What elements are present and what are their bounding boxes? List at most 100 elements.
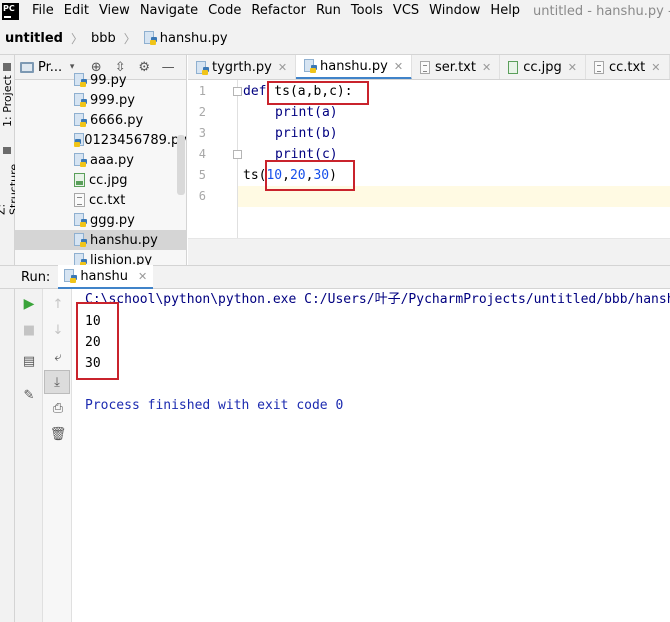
left-tool-strip: 1: Project Z: Structure (0, 55, 21, 265)
chevron-right-icon: 〉 (70, 31, 83, 46)
tree-file-item[interactable]: cc.txt (15, 190, 186, 210)
tree-scrollbar[interactable] (177, 135, 185, 195)
tree-file-label: 99.py (90, 72, 127, 88)
breadcrumb-folder[interactable]: bbb (91, 31, 116, 46)
run-toolbar-secondary: ↑ ↓ ⤶ ⤓ ⎙ 🗑 (43, 289, 72, 622)
python-file-icon (74, 113, 87, 127)
editor-tab-hanshu[interactable]: hanshu.py ✕ (296, 55, 413, 79)
layout-icon[interactable]: ▤ (15, 349, 43, 373)
editor-tab-label: cc.txt (608, 60, 646, 75)
text-file-icon (420, 61, 431, 74)
tree-file-item[interactable]: 99.py (15, 70, 186, 90)
tree-file-item[interactable]: lishion.py (15, 250, 186, 266)
tool-tab-project-label: 1: Project (1, 75, 14, 127)
python-file-icon (74, 233, 87, 247)
close-icon[interactable]: ✕ (138, 270, 147, 283)
close-icon[interactable]: ✕ (651, 61, 660, 74)
run-toolbar-primary: ▶ ■ ▤ ✎ (15, 289, 43, 622)
tree-file-item[interactable]: cc.jpg (15, 170, 186, 190)
close-icon[interactable]: ✕ (482, 61, 491, 74)
editor-tab-cctxt[interactable]: cc.txt ✕ (586, 55, 670, 79)
tree-file-label: ggg.py (90, 212, 135, 228)
menu-vcs[interactable]: VCS (388, 0, 424, 22)
console-exit-message: Process finished with exit code 0 (85, 398, 344, 413)
soft-wrap-icon[interactable]: ⤶ (44, 345, 72, 369)
text-file-icon (593, 61, 604, 74)
code-line-2: print(a) (275, 102, 338, 123)
editor-tab-label: tygrth.py (212, 60, 272, 75)
fold-marker-icon[interactable] (233, 87, 242, 96)
tree-file-item-selected[interactable]: hanshu.py (15, 230, 186, 250)
tool-tab-structure[interactable]: Z: Structure (0, 147, 21, 215)
menu-run[interactable]: Run (311, 0, 346, 22)
editor-tab-label: cc.jpg (523, 60, 562, 75)
breadcrumb-project[interactable]: untitled (5, 31, 63, 46)
print-icon[interactable]: ⎙ (44, 396, 72, 420)
pin-icon[interactable]: ✎ (15, 383, 43, 407)
tree-file-item[interactable]: 0123456789.py (15, 130, 186, 150)
tree-file-item[interactable]: ggg.py (15, 210, 186, 230)
menu-bar: PC File Edit View Navigate Code Refactor… (0, 0, 670, 22)
arrow-down-icon[interactable]: ↓ (44, 318, 72, 342)
close-icon[interactable]: ✕ (394, 60, 403, 73)
tree-file-item[interactable]: 6666.py (15, 110, 186, 130)
menu-navigate[interactable]: Navigate (135, 0, 203, 22)
python-file-icon (143, 31, 157, 45)
editor-tab-ser[interactable]: ser.txt ✕ (412, 55, 501, 79)
run-panel-header: Run: hanshu ✕ (0, 265, 670, 289)
console-output[interactable]: C:\school\python\python.exe C:/Users/叶子/… (72, 289, 670, 622)
structure-icon (3, 147, 12, 154)
menu-view[interactable]: View (94, 0, 135, 22)
arrow-up-icon[interactable]: ↑ (44, 292, 72, 316)
fold-marker-icon[interactable] (233, 150, 242, 159)
editor-tab-tygrth[interactable]: tygrth.py ✕ (188, 55, 297, 79)
pycharm-logo-icon: PC (2, 2, 19, 20)
editor-tab-label: ser.txt (435, 60, 476, 75)
editor-tab-bar: tygrth.py ✕ hanshu.py ✕ ser.txt ✕ cc.jpg… (188, 55, 670, 80)
python-file-icon (74, 213, 87, 227)
python-file-icon (74, 93, 87, 107)
code-line-3: print(b) (275, 123, 338, 144)
keyword-def: def (243, 84, 267, 99)
run-tab-hanshu[interactable]: hanshu ✕ (58, 265, 154, 289)
tree-file-label: cc.txt (89, 192, 126, 208)
stop-icon[interactable]: ■ (15, 318, 43, 342)
python-file-icon (196, 60, 209, 75)
editor-tab-ccjpg[interactable]: cc.jpg ✕ (500, 55, 586, 79)
breadcrumb-file[interactable]: hanshu.py (160, 31, 228, 46)
line-number-gutter: 1 2 3 4 5 6 (188, 80, 242, 238)
line-number: 2 (198, 105, 206, 119)
editor-bottom-strip (188, 238, 670, 265)
menu-refactor[interactable]: Refactor (246, 0, 311, 22)
tree-file-label: lishion.py (90, 252, 153, 266)
tree-file-label: aaa.py (90, 152, 134, 168)
tree-file-label: hanshu.py (90, 232, 158, 248)
highlight-box-signature (267, 81, 369, 105)
print-call: print(b) (275, 126, 338, 141)
close-icon[interactable]: ✕ (278, 61, 287, 74)
menu-file[interactable]: File (27, 0, 59, 22)
python-file-icon (74, 253, 87, 265)
breadcrumb: untitled 〉 bbb 〉 hanshu.py (0, 22, 670, 55)
rerun-icon[interactable]: ▶ (15, 292, 43, 316)
text-file-icon (74, 193, 85, 207)
tree-file-item[interactable]: aaa.py (15, 150, 186, 170)
line-number: 5 (198, 168, 206, 182)
console-command: C:\school\python\python.exe C:/Users/叶子/… (85, 292, 670, 307)
menu-code[interactable]: Code (203, 0, 246, 22)
window-title: untitled - hanshu.py - Py (533, 3, 670, 19)
menu-help[interactable]: Help (485, 0, 525, 22)
code-editor[interactable]: 1 2 3 4 5 6 def ts(a,b,c): print(a) prin… (188, 80, 670, 265)
close-icon[interactable]: ✕ (568, 61, 577, 74)
tool-tab-project[interactable]: 1: Project (0, 61, 15, 129)
menu-window[interactable]: Window (424, 0, 485, 22)
tree-file-item[interactable]: 999.py (15, 90, 186, 110)
highlight-box-output (76, 302, 119, 380)
tree-file-label: cc.jpg (89, 172, 128, 188)
scroll-to-end-icon[interactable]: ⤓ (44, 370, 70, 394)
menu-tools[interactable]: Tools (346, 0, 388, 22)
menu-edit[interactable]: Edit (59, 0, 94, 22)
folder-icon (3, 63, 12, 72)
line-number: 4 (198, 147, 206, 161)
trash-icon[interactable]: 🗑 (44, 422, 72, 446)
